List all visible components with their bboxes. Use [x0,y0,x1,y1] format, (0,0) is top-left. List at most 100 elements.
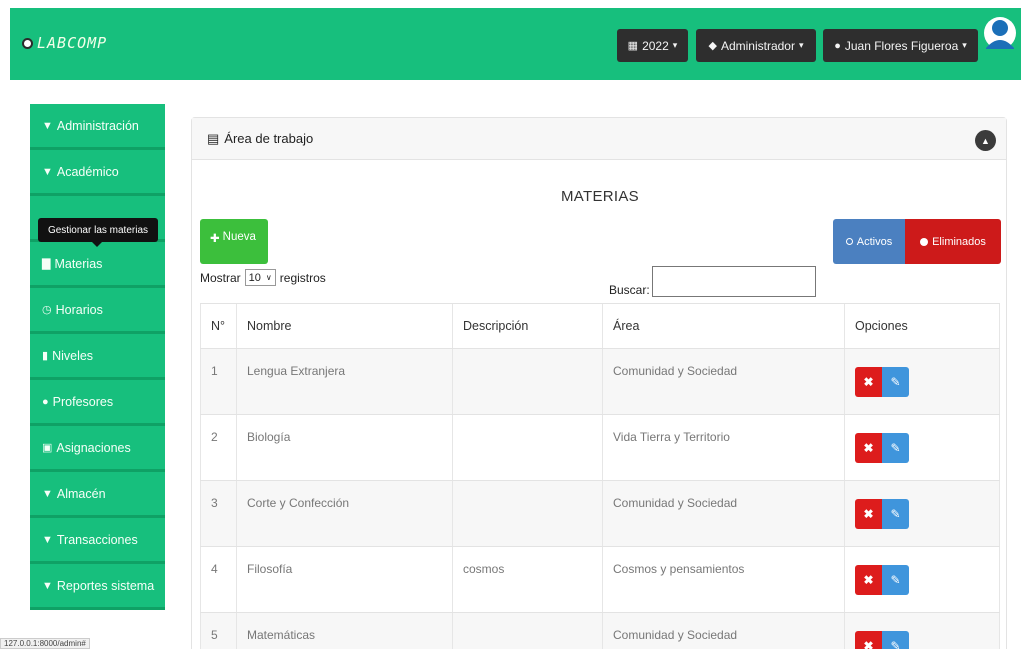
edit-icon: ✎ [890,507,901,521]
sidebar-item-label: Académico [56,164,119,179]
sidebar-item-label: Administración [56,118,139,133]
row-descripcion [453,415,603,480]
panel-header: ▤ Área de trabajo [192,118,1006,160]
new-button-label: Nueva [222,231,256,243]
row-options: ✖ ✎ [845,481,1000,546]
records-label: registros [279,270,326,285]
row-descripcion [453,481,603,546]
row-area: Comunidad y Sociedad [603,481,845,546]
avatar[interactable] [983,14,1017,60]
row-number: 3 [200,481,237,546]
column-header[interactable]: Nombre [237,304,453,348]
row-nombre: Corte y Confección [237,481,453,546]
search-input[interactable] [651,266,816,297]
row-options: ✖ ✎ [845,613,1000,649]
sidebar-tooltip: Gestionar las materias [38,218,158,242]
collapse-button[interactable]: ▲ [975,130,996,151]
sidebar-item-reportes[interactable]: ▼ Reportes sistema [30,564,165,610]
sidebar-item-almacen[interactable]: ▼ Almacén [30,472,165,518]
row-number: 4 [200,547,237,612]
sidebar-item-label: Profesores [52,394,114,409]
sidebar-item-academico[interactable]: ▼ Académico [30,150,165,196]
close-icon: ✖ [863,573,874,587]
close-icon: ✖ [863,375,874,389]
sidebar-item-niveles[interactable]: ▮ Niveles [30,334,165,380]
row-options: ✖ ✎ [845,349,1000,414]
sidebar-item-asignaciones[interactable]: ▣ Asignaciones [30,426,165,472]
deleted-label: Eliminados [932,235,986,248]
edit-button[interactable]: ✎ [882,499,909,529]
sidebar-item-label: Asignaciones [56,440,131,455]
sidebar-item-label: Reportes sistema [56,578,155,593]
edit-icon: ✎ [890,639,901,649]
circle-icon [920,237,929,246]
show-label: Mostrar [200,270,241,285]
row-nombre: Filosofía [237,547,453,612]
brand-logo[interactable]: LABCOMP [22,34,107,52]
tooltip-arrow [92,242,102,247]
edit-icon: ✎ [890,441,901,455]
browser-status-url: 127.0.0.1:8000/admin# [0,638,90,649]
workspace-panel: ▤ Área de trabajo ▲ MATERIAS ✚ Nueva Act… [191,117,1007,649]
edit-button[interactable]: ✎ [882,631,909,649]
sidebar-item-label: Transacciones [56,532,138,547]
sidebar: ▼ Administración ▼ Académico ▇ Materias … [30,104,165,610]
table-row: 1 Lengua Extranjera Comunidad y Sociedad… [200,349,1000,415]
user-icon: ● [834,39,841,52]
caret-down-icon: ▾ [962,40,967,50]
user-dropdown-button[interactable]: ● Juan Flores Figueroa ▾ [823,29,978,62]
delete-button[interactable]: ✖ [855,499,882,529]
chevron-down-icon: ▼ [42,487,53,500]
clock-icon: ◷ [42,304,52,316]
year-dropdown-button[interactable]: ▦ 2022 ▾ [617,29,688,62]
table-header-row: N° Nombre Descripción Área Opciones [200,304,1000,349]
active-filter-button[interactable]: Activos [833,219,905,264]
user-name-label: Juan Flores Figueroa [844,38,959,53]
edit-button[interactable]: ✎ [882,433,909,463]
column-header[interactable]: Área [603,304,845,348]
page-length-select[interactable]: 10 ∨ [244,269,276,286]
row-descripcion [453,613,603,649]
delete-button[interactable]: ✖ [855,367,882,397]
plus-icon: ✚ [210,233,220,245]
new-button[interactable]: ✚ Nueva [200,219,268,264]
active-label: Activos [856,235,893,248]
sidebar-item-administracion[interactable]: ▼ Administración [30,104,165,150]
page-length-value: 10 [248,271,261,284]
caret-down-icon: ▾ [798,40,804,50]
delete-button[interactable]: ✖ [855,433,882,463]
role-dropdown-button[interactable]: ◆ Administrador ▾ [696,29,816,62]
column-header[interactable]: N° [200,304,237,348]
row-nombre: Matemáticas [237,613,453,649]
sidebar-item-horarios[interactable]: ◷ Horarios [30,288,165,334]
role-label: Administrador [720,38,795,53]
row-area: Comunidad y Sociedad [603,349,845,414]
user-icon: ● [42,395,49,408]
sidebar-item-transacciones[interactable]: ▼ Transacciones [30,518,165,564]
delete-button[interactable]: ✖ [855,631,882,649]
sidebar-item-profesores[interactable]: ● Profesores [30,380,165,426]
chevron-down-icon: ∨ [265,273,272,282]
bookmark-icon: ▮ [42,350,49,362]
sidebar-item-label: Niveles [52,348,94,363]
edit-icon: ✎ [890,375,901,389]
delete-button[interactable]: ✖ [855,565,882,595]
column-header[interactable]: Descripción [453,304,603,348]
row-area: Comunidad y Sociedad [603,613,845,649]
contact-icon: ▣ [42,442,53,454]
column-header[interactable]: Opciones [845,304,1000,348]
close-icon: ✖ [863,639,874,649]
edit-button[interactable]: ✎ [882,565,909,595]
subjects-table: N° Nombre Descripción Área Opciones 1 Le… [200,303,1000,649]
sidebar-item-materias[interactable]: ▇ Materias [30,242,165,288]
brand-name: LABCOMP [37,34,108,52]
calendar-icon: ▦ [627,40,639,52]
search-control: Buscar: [609,266,816,297]
edit-button[interactable]: ✎ [882,367,909,397]
brand-icon [22,37,33,49]
chevron-up-icon: ▲ [981,135,990,146]
row-nombre: Lengua Extranjera [237,349,453,414]
row-options: ✖ ✎ [845,547,1000,612]
page-length-control: Mostrar 10 ∨ registros [200,269,326,286]
deleted-filter-button[interactable]: Eliminados [905,219,1001,264]
